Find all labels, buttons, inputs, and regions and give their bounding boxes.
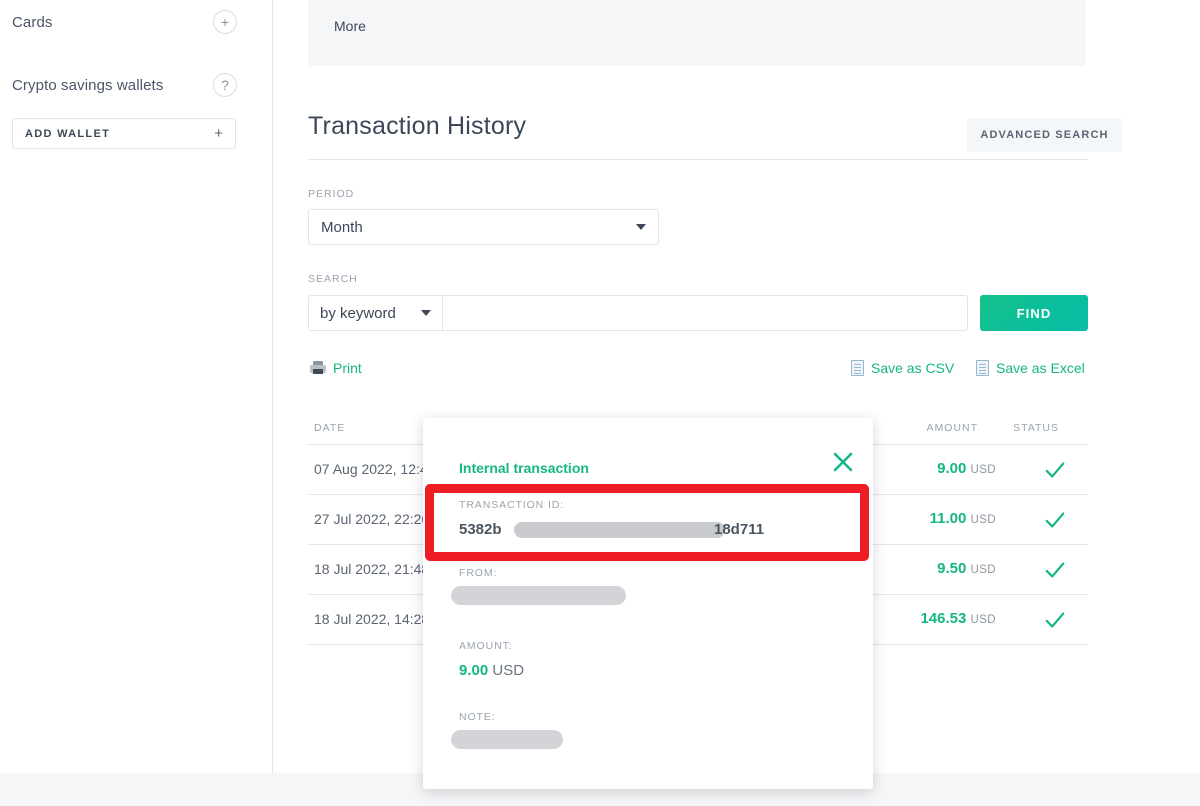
add-wallet-button[interactable]: ADD WALLET + — [12, 118, 236, 149]
transaction-details-modal: Internal transaction TRANSACTION ID: 538… — [423, 418, 873, 789]
save-as-csv-button[interactable]: Save as CSV — [851, 360, 954, 376]
print-button[interactable]: Print — [310, 360, 362, 376]
cell-date: 07 Aug 2022, 12:4 — [314, 461, 428, 477]
print-label: Print — [333, 360, 362, 376]
search-label: SEARCH — [308, 273, 358, 285]
status-badge — [1044, 559, 1066, 581]
page-title: Transaction History — [308, 112, 527, 140]
export-actions: Print Save as CSV Save as Excel — [308, 360, 1088, 384]
period-select-value: Month — [321, 218, 363, 236]
cell-amount: 146.53 USD — [920, 610, 996, 627]
modal-title: Internal transaction — [459, 460, 589, 476]
sidebar-item-cards[interactable]: Cards + — [12, 10, 237, 34]
document-icon — [851, 360, 864, 376]
close-icon[interactable] — [831, 450, 855, 474]
search-row: by keyword FIND — [308, 295, 1088, 331]
chevron-down-icon — [421, 310, 431, 316]
column-header-status: STATUS — [1013, 422, 1059, 434]
advanced-search-button[interactable]: ADVANCED SEARCH — [967, 118, 1122, 152]
cell-amount: 11.00 USD — [929, 510, 996, 527]
from-label: FROM: — [459, 567, 498, 579]
header-row: Transaction History ADVANCED SEARCH — [308, 112, 1122, 158]
title-divider — [308, 159, 1088, 160]
sidebar-item-crypto-savings-wallets[interactable]: Crypto savings wallets ? — [12, 73, 237, 97]
transaction-id-suffix: 18d711 — [714, 521, 765, 538]
amount-value: 9.00 USD — [459, 662, 525, 679]
column-header-date: DATE — [314, 422, 346, 434]
find-button[interactable]: FIND — [980, 295, 1088, 331]
cell-amount: 9.00 USD — [937, 460, 996, 477]
redacted-bar — [451, 730, 563, 749]
printer-icon — [310, 361, 326, 375]
save-as-excel-button[interactable]: Save as Excel — [976, 360, 1085, 376]
period-label: PERIOD — [308, 188, 355, 200]
search-type-select[interactable]: by keyword — [308, 295, 443, 331]
save-as-excel-label: Save as Excel — [996, 360, 1085, 376]
redacted-bar — [514, 522, 725, 538]
document-icon — [976, 360, 989, 376]
column-header-amount: AMOUNT — [926, 422, 978, 434]
redacted-bar — [451, 586, 626, 605]
sidebar: Cards + Crypto savings wallets ? ADD WAL… — [0, 0, 273, 773]
promo-banner: Up until May 20th, you can make a fiat d… — [308, 0, 1086, 66]
search-type-value: by keyword — [320, 304, 396, 322]
plus-icon[interactable]: + — [213, 10, 237, 34]
status-badge — [1044, 509, 1066, 531]
add-wallet-label: ADD WALLET — [25, 127, 111, 140]
period-select[interactable]: Month — [308, 209, 659, 245]
sidebar-item-label: Crypto savings wallets — [12, 76, 164, 94]
note-label: NOTE: — [459, 711, 496, 723]
cell-date: 18 Jul 2022, 21:48 — [314, 561, 430, 577]
status-badge — [1044, 459, 1066, 481]
page-root: Cards + Crypto savings wallets ? ADD WAL… — [0, 0, 1200, 806]
plus-icon: + — [214, 125, 223, 142]
cell-date: 27 Jul 2022, 22:26 — [314, 511, 430, 527]
sidebar-item-label: Cards — [12, 13, 53, 31]
question-icon[interactable]: ? — [213, 73, 237, 97]
transaction-id-label: TRANSACTION ID: — [459, 499, 565, 511]
transaction-id-value: 5382b — [459, 521, 502, 538]
cell-amount: 9.50 USD — [937, 560, 996, 577]
status-badge — [1044, 609, 1066, 631]
chevron-down-icon — [636, 224, 646, 230]
search-input[interactable] — [443, 295, 968, 331]
amount-label: AMOUNT: — [459, 640, 513, 652]
cell-date: 18 Jul 2022, 14:28 — [314, 611, 430, 627]
promo-more-link[interactable]: More — [334, 18, 1060, 34]
advanced-search-label: ADVANCED SEARCH — [980, 129, 1109, 141]
save-as-csv-label: Save as CSV — [871, 360, 955, 376]
